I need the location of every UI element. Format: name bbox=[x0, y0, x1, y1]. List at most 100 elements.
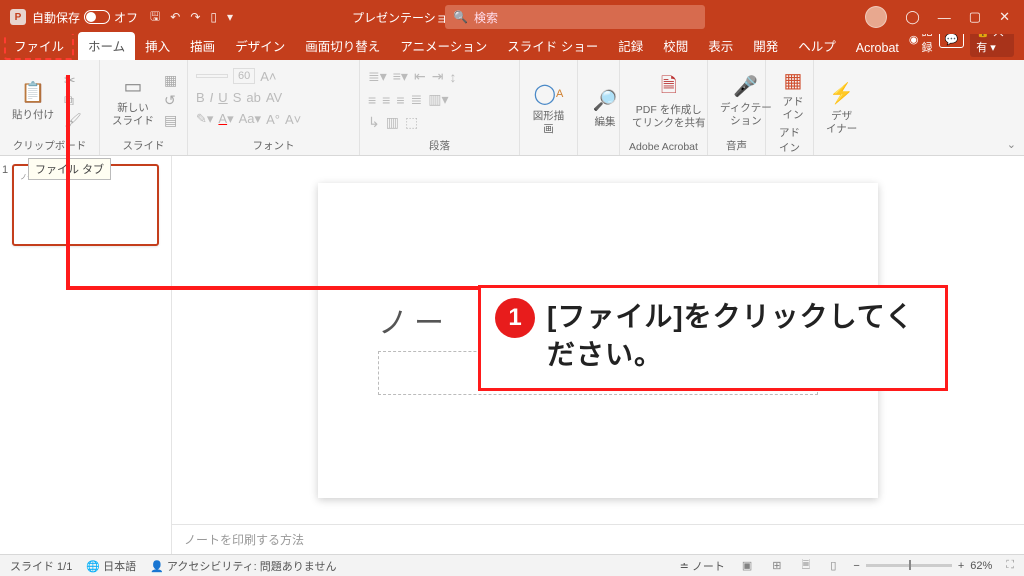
save-icon[interactable]: 🖫 bbox=[150, 7, 160, 28]
decrease-font-icon[interactable]: A˅ bbox=[285, 112, 301, 127]
minimize-icon[interactable]: — bbox=[938, 10, 951, 25]
maximize-icon[interactable]: ▢ bbox=[969, 9, 981, 25]
increase-font-icon[interactable]: A˄ bbox=[260, 69, 276, 84]
shapes-button[interactable]: ◯A図形描画 bbox=[528, 78, 569, 137]
search-placeholder: 検索 bbox=[474, 9, 498, 26]
tab-help[interactable]: ヘルプ bbox=[788, 32, 846, 60]
italic-icon[interactable]: I bbox=[210, 90, 214, 105]
layout-icon[interactable]: ▦ bbox=[164, 72, 177, 89]
justify-icon[interactable]: ≣ bbox=[411, 91, 423, 108]
font-size[interactable]: 60 bbox=[233, 68, 255, 84]
tab-developer[interactable]: 開発 bbox=[743, 32, 788, 60]
group-label-slides: スライド bbox=[108, 136, 179, 153]
search-icon: 🔍 bbox=[453, 10, 468, 24]
align-right-icon[interactable]: ≡ bbox=[396, 92, 404, 108]
align-center-icon[interactable]: ≡ bbox=[382, 92, 390, 108]
numbering-icon[interactable]: ≡▾ bbox=[393, 68, 408, 85]
tab-review[interactable]: 校閲 bbox=[653, 32, 698, 60]
reset-icon[interactable]: ↺ bbox=[164, 92, 177, 109]
group-label-paragraph: 段落 bbox=[368, 136, 511, 153]
editing-button[interactable]: 🔎編集 bbox=[586, 84, 624, 131]
accessibility-status[interactable]: 👤 アクセシビリティ: 問題ありません bbox=[150, 558, 336, 574]
change-case-icon[interactable]: Aa▾ bbox=[239, 111, 261, 127]
notes-toggle[interactable]: ≐ ノート bbox=[680, 558, 725, 574]
autosave-label: 自動保存 bbox=[32, 9, 80, 26]
notes-placeholder: ノートを印刷する方法 bbox=[184, 533, 304, 547]
tab-acrobat[interactable]: Acrobat bbox=[846, 37, 909, 60]
redo-icon[interactable]: ↷ bbox=[190, 10, 200, 24]
slideshow-icon[interactable]: ▯ bbox=[210, 10, 217, 24]
acrobat-pdf-button[interactable]: 🗎PDF を作成し てリンクを共有 bbox=[628, 72, 710, 131]
paste-button[interactable]: 📋 貼り付け bbox=[8, 77, 58, 124]
zoom-value[interactable]: 62% bbox=[970, 560, 992, 572]
slide-thumbnails-pane[interactable]: 1 ノートを印刷する方法 bbox=[0, 156, 172, 554]
align-left-icon[interactable]: ≡ bbox=[368, 92, 376, 108]
account-avatar[interactable] bbox=[865, 6, 887, 28]
thumb-number: 1 bbox=[2, 164, 8, 176]
designer-button[interactable]: ⚡デザ イナー bbox=[822, 78, 861, 137]
addins-button[interactable]: ▦アド イン bbox=[774, 64, 812, 123]
tab-home[interactable]: ホーム bbox=[88, 40, 125, 54]
smartart-icon[interactable]: ⬚ bbox=[405, 114, 418, 131]
autosave-toggle[interactable]: 自動保存 オフ bbox=[32, 9, 138, 26]
tab-design[interactable]: デザイン bbox=[225, 32, 295, 60]
search-box[interactable]: 🔍 検索 bbox=[445, 5, 705, 29]
hint-icon[interactable]: ◯ bbox=[905, 9, 920, 25]
group-label-voice: 音声 bbox=[716, 136, 757, 153]
section-icon[interactable]: ▤ bbox=[164, 112, 177, 129]
sorter-view-icon[interactable]: ⊞ bbox=[769, 559, 784, 572]
tab-slideshow[interactable]: スライド ショー bbox=[497, 32, 608, 60]
indent-inc-icon[interactable]: ⇥ bbox=[432, 68, 444, 85]
close-icon[interactable]: ✕ bbox=[999, 9, 1010, 25]
tab-file[interactable]: ファイル bbox=[4, 32, 74, 60]
qat-more-icon[interactable]: ▾ bbox=[227, 10, 233, 24]
tab-record[interactable]: 記録 bbox=[608, 32, 653, 60]
language-status[interactable]: 🌐 日本語 bbox=[86, 558, 136, 574]
callout-connector-h bbox=[66, 286, 478, 290]
slide-counter[interactable]: スライド 1/1 bbox=[10, 558, 72, 574]
notes-pane[interactable]: ノートを印刷する方法 bbox=[172, 524, 1024, 554]
fit-window-icon[interactable]: ⛶ bbox=[1006, 559, 1014, 572]
zoom-control[interactable]: − + 62% bbox=[853, 560, 992, 572]
bullets-icon[interactable]: ≣▾ bbox=[368, 68, 387, 85]
status-bar: スライド 1/1 🌐 日本語 👤 アクセシビリティ: 問題ありません ≐ ノート… bbox=[0, 554, 1024, 576]
designer-icon: ⚡ bbox=[827, 80, 857, 108]
indent-dec-icon[interactable]: ⇤ bbox=[414, 68, 426, 85]
group-label-clipboard: クリップボード bbox=[8, 136, 91, 153]
text-direction-icon[interactable]: ↳ bbox=[368, 114, 380, 131]
title-bar: P 自動保存 オフ 🖫 ↶ ↷ ▯ ▾ プレゼンテーション5 - Power… … bbox=[0, 0, 1024, 34]
reading-view-icon[interactable]: 🗏 bbox=[798, 556, 813, 575]
zoom-slider[interactable] bbox=[866, 564, 952, 567]
collapse-ribbon-icon[interactable]: ⌄ bbox=[1007, 138, 1016, 151]
tab-draw[interactable]: 描画 bbox=[180, 32, 225, 60]
normal-view-icon[interactable]: ▣ bbox=[739, 559, 755, 572]
new-slide-icon: ▭ bbox=[118, 72, 148, 100]
app-icon: P bbox=[10, 9, 26, 25]
underline-icon[interactable]: U bbox=[218, 90, 227, 105]
mic-icon: 🎤 bbox=[731, 72, 761, 100]
spacing-icon[interactable]: AV bbox=[266, 90, 282, 105]
strike-icon[interactable]: S bbox=[233, 90, 242, 105]
tab-transitions[interactable]: 画面切り替え bbox=[295, 32, 390, 60]
line-spacing-icon[interactable]: ↕ bbox=[449, 69, 456, 85]
instruction-callout: 1 [ファイル]をクリックしてください。 bbox=[478, 285, 948, 391]
tab-insert[interactable]: 挿入 bbox=[135, 32, 180, 60]
clear-format-icon[interactable]: A° bbox=[266, 112, 280, 127]
shadow-icon[interactable]: ab bbox=[246, 90, 260, 105]
align-text-icon[interactable]: ▥ bbox=[386, 114, 399, 131]
font-color-icon[interactable]: A▾ bbox=[218, 111, 233, 127]
new-slide-button[interactable]: ▭ 新しい スライド bbox=[108, 70, 158, 129]
tab-animations[interactable]: アニメーション bbox=[390, 32, 497, 60]
bold-icon[interactable]: B bbox=[196, 90, 205, 105]
addin-icon: ▦ bbox=[778, 66, 808, 94]
undo-icon[interactable]: ↶ bbox=[170, 10, 180, 24]
zoom-in-icon[interactable]: + bbox=[958, 560, 964, 572]
highlight-icon[interactable]: ✎▾ bbox=[196, 111, 213, 127]
find-icon: 🔎 bbox=[590, 86, 620, 114]
slideshow-view-icon[interactable]: ▯ bbox=[827, 559, 839, 572]
tab-view[interactable]: 表示 bbox=[698, 32, 743, 60]
quick-access-toolbar: 🖫 ↶ ↷ ▯ ▾ bbox=[150, 7, 233, 28]
callout-number: 1 bbox=[495, 298, 535, 338]
zoom-out-icon[interactable]: − bbox=[853, 560, 859, 572]
columns-icon[interactable]: ▥▾ bbox=[428, 91, 448, 108]
